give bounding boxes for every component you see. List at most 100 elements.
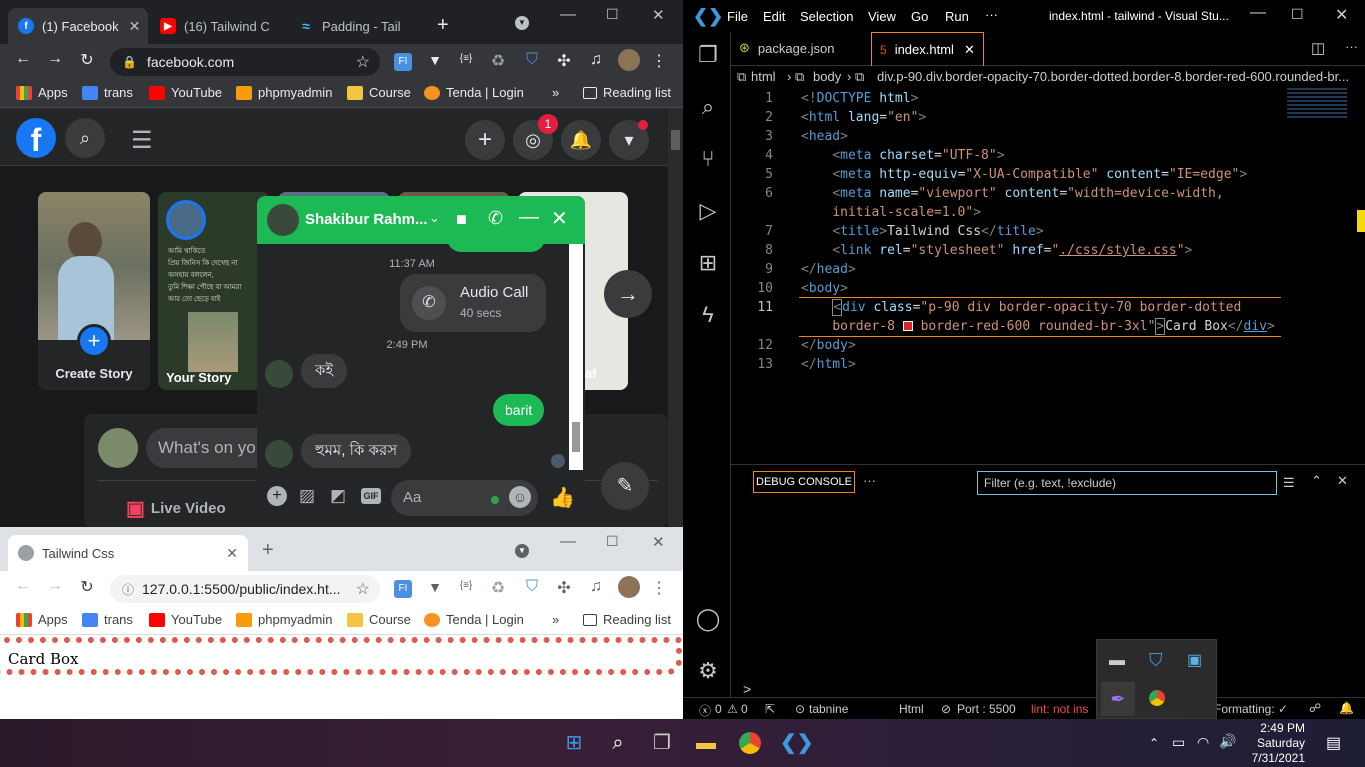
split-editor-icon[interactable]: ◫ — [1311, 39, 1325, 57]
minimize-icon[interactable]: — — [1250, 4, 1266, 22]
search-icon[interactable]: ⌕ — [65, 118, 105, 158]
create-story-card[interactable]: + Create Story — [38, 192, 150, 390]
extension-code-icon[interactable]: {≡} — [455, 53, 477, 64]
tab-padding[interactable]: ≈ Padding - Tail — [288, 8, 414, 44]
audio-call-icon[interactable]: ✆ — [488, 208, 503, 229]
menu-view[interactable]: View — [868, 9, 896, 24]
bookmark-star-icon[interactable]: ☆ — [356, 579, 370, 599]
menu-selection[interactable]: Selection — [800, 9, 853, 24]
close-tab-icon[interactable]: ✕ — [129, 18, 141, 35]
language-mode[interactable]: Html — [899, 702, 924, 716]
bookmark-star-icon[interactable]: ☆ — [356, 52, 370, 72]
lint-status[interactable]: lint: not ins — [1031, 702, 1088, 716]
filter-input[interactable]: Filter (e.g. text, !exclude) — [977, 471, 1277, 495]
recycle-icon[interactable]: ♻ — [487, 51, 509, 71]
show-hidden-icons-chevron[interactable]: ⌃ — [1149, 736, 1159, 750]
tray-app-icon[interactable]: ▬ — [1109, 652, 1125, 670]
extension-fi-icon[interactable]: FI — [394, 580, 412, 598]
settings-gear-icon[interactable]: ⚙ — [695, 658, 721, 684]
facebook-logo-icon[interactable]: f — [16, 118, 56, 158]
wifi-icon[interactable]: ◠ — [1197, 734, 1209, 751]
minimap[interactable] — [1287, 88, 1347, 118]
extension-fi-icon[interactable]: FI — [394, 53, 412, 71]
explorer-files-icon[interactable]: ❐ — [695, 42, 721, 68]
chrome-taskbar-icon[interactable] — [736, 729, 764, 757]
tab-tailwind[interactable]: ▶ (16) Tailwind C — [150, 8, 286, 44]
network-tray-icon[interactable]: ▣ — [1187, 650, 1202, 670]
extensions-icon[interactable]: ⊞ — [695, 250, 721, 276]
panel-more-icon[interactable]: ··· — [863, 473, 876, 488]
extension-v-icon[interactable]: ▼ — [424, 579, 446, 595]
search-icon[interactable]: ⌕ — [604, 729, 632, 757]
forward-icon[interactable]: → — [44, 50, 66, 68]
new-tab-icon[interactable]: + — [262, 539, 274, 562]
stories-next-arrow-icon[interactable]: → — [604, 270, 652, 318]
task-view-icon[interactable]: ❐ — [648, 729, 676, 757]
tab-index-html[interactable]: 5 index.html ✕ — [871, 32, 984, 66]
run-debug-icon[interactable]: ▷ — [695, 198, 721, 224]
lightning-icon[interactable]: ϟ — [695, 302, 721, 328]
minimize-icon[interactable]: — — [560, 6, 576, 24]
minimize-icon[interactable]: — — [560, 533, 576, 551]
bookmark-apps[interactable]: Apps — [16, 612, 68, 627]
account-icon[interactable]: ◯ — [695, 606, 721, 632]
back-icon[interactable]: ← — [12, 577, 34, 595]
close-tab-icon[interactable]: ✕ — [226, 545, 238, 562]
tab-facebook[interactable]: f (1) Facebook ✕ — [8, 8, 148, 44]
breadcrumb-body[interactable]: body — [813, 69, 841, 84]
vscode-taskbar-icon[interactable]: ❮❯ — [780, 729, 814, 757]
close-window-icon[interactable]: ✕ — [652, 533, 665, 551]
extension-v-icon[interactable]: ▼ — [424, 52, 446, 68]
bookmark-course[interactable]: Course — [347, 85, 411, 100]
breadcrumb-html[interactable]: html — [751, 69, 776, 84]
menu-file[interactable]: File — [727, 9, 748, 24]
chrome-tray-icon[interactable] — [1149, 690, 1165, 706]
menu-more[interactable]: ··· — [985, 7, 998, 22]
reload-icon[interactable]: ↻ — [76, 50, 98, 70]
breadcrumb-div[interactable]: div.p-90.div.border-opacity-70.border-do… — [877, 69, 1349, 84]
media-queue-icon[interactable]: ♫ — [585, 578, 607, 596]
address-bar[interactable]: 🔒 facebook.com ☆ — [110, 48, 380, 76]
chat-options-chevron-icon[interactable]: ⌄ — [429, 210, 440, 226]
notifications-bell-icon[interactable]: 🔔 — [561, 120, 601, 160]
battery-icon[interactable]: ▭ — [1172, 734, 1185, 751]
menu-go[interactable]: Go — [911, 9, 928, 24]
extensions-puzzle-icon[interactable]: ✣ — [553, 578, 575, 598]
more-actions-plus-icon[interactable]: + — [267, 486, 287, 506]
maximize-icon[interactable]: ☐ — [606, 533, 619, 550]
photo-icon[interactable]: ▨ — [299, 486, 315, 506]
live-server-port[interactable]: Port : 5500 — [957, 702, 1016, 716]
chat-scrollbar-thumb[interactable] — [572, 422, 580, 452]
warning-icon[interactable]: ⚠ — [727, 702, 738, 716]
bookmark-trans[interactable]: trans — [82, 85, 133, 100]
create-plus-icon[interactable]: + — [465, 120, 505, 160]
bookmark-tenda[interactable]: Tenda | Login — [424, 85, 524, 100]
extension-code-icon[interactable]: {≡} — [455, 580, 477, 591]
address-bar[interactable]: ⓘ 127.0.0.1:5500/public/index.ht... ☆ — [110, 575, 380, 603]
live-video-button[interactable]: ▣ Live Video — [126, 496, 226, 521]
clear-console-icon[interactable]: ☰ — [1283, 475, 1295, 491]
recycle-icon[interactable]: ♻ — [487, 578, 509, 598]
feather-app-icon[interactable]: ✒ — [1101, 682, 1135, 716]
reload-icon[interactable]: ↻ — [76, 577, 98, 597]
menu-dots-icon[interactable]: ⋮ — [648, 578, 670, 598]
new-tab-icon[interactable]: + — [437, 14, 449, 37]
back-icon[interactable]: ← — [12, 50, 34, 68]
start-windows-icon[interactable]: ⊞ — [560, 729, 588, 757]
bookmark-apps[interactable]: Apps — [16, 85, 68, 100]
bookmark-course[interactable]: Course — [347, 612, 411, 627]
bookmark-phpmyadmin[interactable]: phpmyadmin — [236, 85, 332, 100]
console-prompt[interactable]: > — [743, 681, 751, 697]
gif-icon[interactable]: GIF — [361, 488, 381, 504]
defender-shield-icon[interactable]: ⛉ — [1149, 650, 1163, 671]
more-bookmarks-icon[interactable]: » — [552, 612, 559, 627]
close-chat-icon[interactable]: ✕ — [551, 206, 568, 231]
color-swatch-icon[interactable] — [902, 321, 913, 331]
live-share-icon[interactable]: ⇱ — [765, 702, 775, 716]
forward-icon[interactable]: → — [44, 577, 66, 595]
notification-center-icon[interactable]: ▤ — [1326, 733, 1341, 753]
chat-avatar[interactable] — [267, 204, 299, 236]
volume-icon[interactable]: 🔊 — [1219, 733, 1236, 750]
maximize-icon[interactable]: ☐ — [1291, 6, 1304, 23]
profile-avatar[interactable] — [618, 49, 640, 71]
